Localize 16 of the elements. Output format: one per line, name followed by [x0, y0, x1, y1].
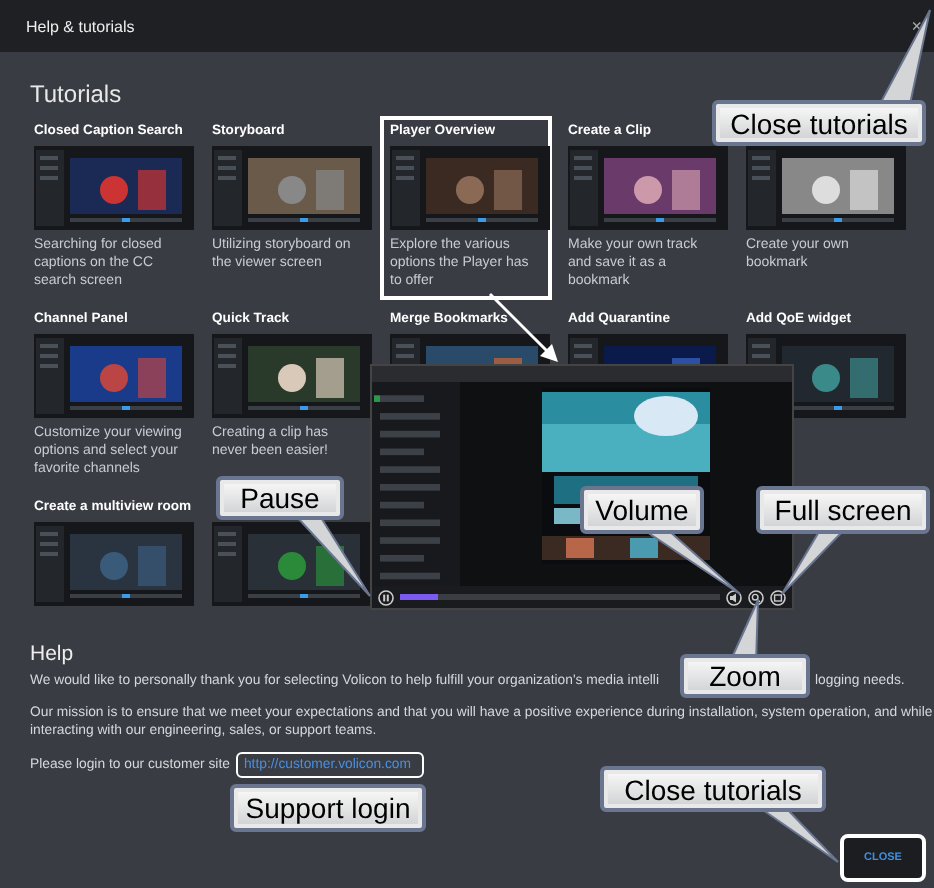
callout-tooltip: Volume — [580, 486, 704, 534]
zoom-icon[interactable] — [748, 589, 764, 605]
callout-tooltip: Close tutorials — [712, 100, 926, 146]
callout-tooltip: Close tutorials — [600, 766, 826, 812]
fullscreen-icon[interactable] — [770, 589, 786, 605]
callout-tooltip: Support login — [230, 784, 426, 832]
callout-pointer — [878, 9, 931, 105]
callout-tooltip: Pause — [216, 476, 344, 520]
close-button[interactable]: × — [911, 16, 922, 36]
volume-icon[interactable] — [726, 589, 742, 605]
section-heading: Help — [30, 642, 74, 666]
window-title: Help & tutorials — [26, 17, 135, 35]
callout-tooltip: Full screen — [756, 486, 930, 534]
pause-icon[interactable] — [378, 589, 394, 605]
callout-tooltip: Zoom — [680, 654, 810, 698]
section-heading: Tutorials — [30, 80, 122, 108]
